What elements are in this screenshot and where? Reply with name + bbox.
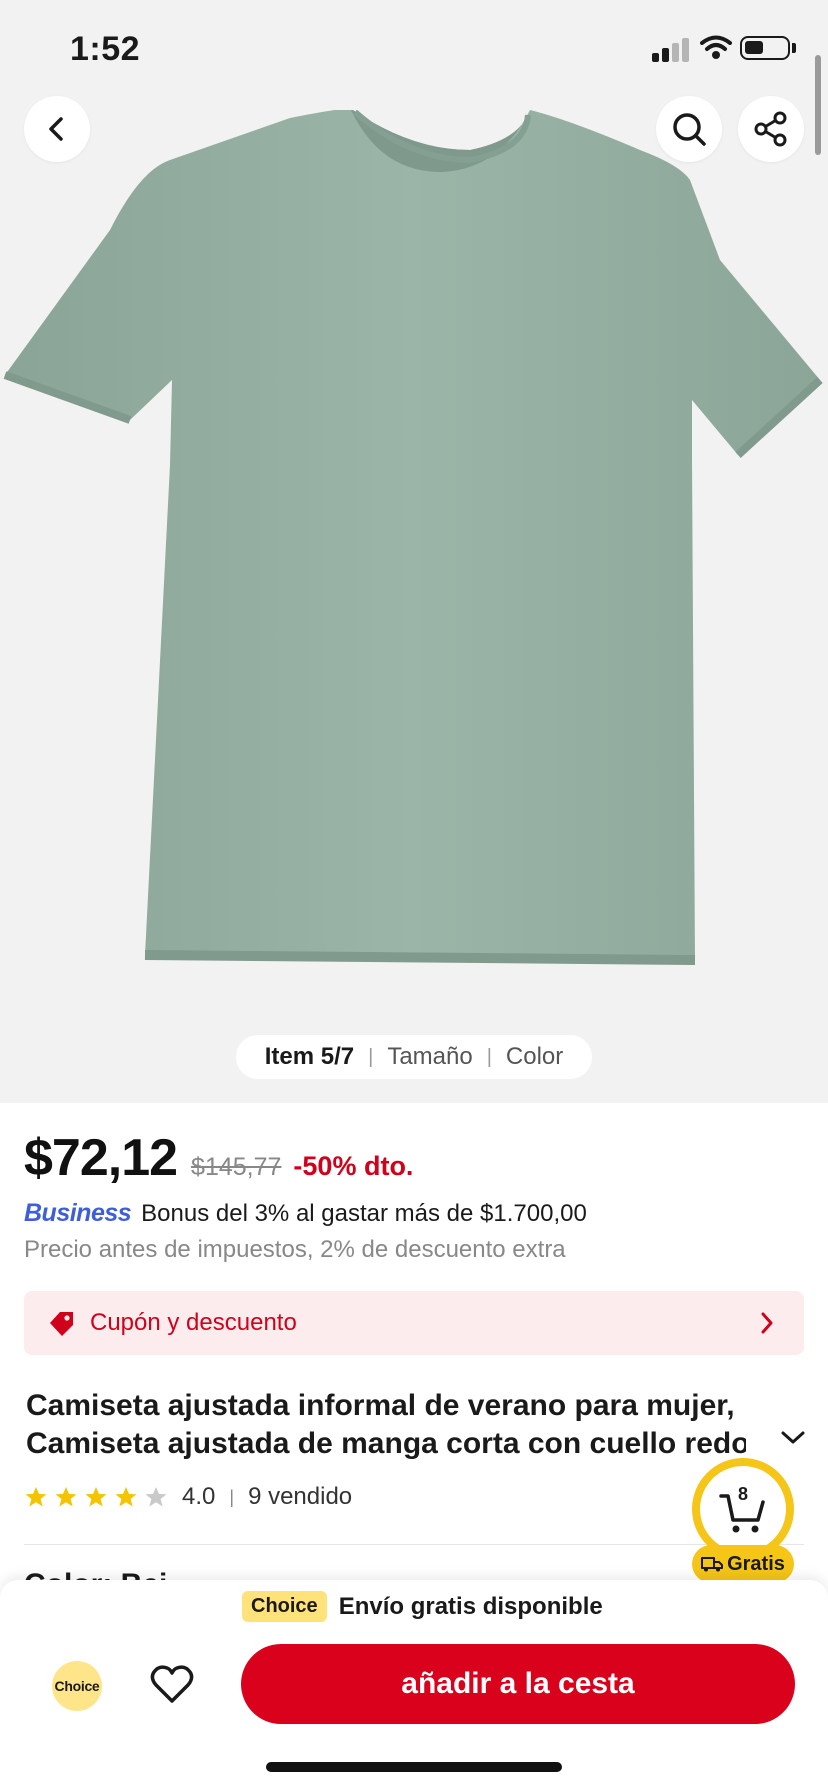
product-title-line1: Camiseta ajustada informal de verano par… — [26, 1389, 735, 1422]
product-image[interactable] — [0, 110, 828, 990]
status-bar: 1:52 — [0, 0, 828, 96]
battery-icon — [740, 36, 790, 60]
coupon-banner[interactable]: Cupón y descuento — [24, 1291, 804, 1355]
sold-count: 9 vendido — [248, 1483, 353, 1510]
star-empty-icon — [145, 1487, 167, 1507]
heart-icon[interactable] — [150, 1663, 194, 1705]
search-icon — [673, 113, 706, 146]
product-image-gallery[interactable]: 1:52 Item 5/7 | Tamaño | Color — [0, 0, 828, 1103]
add-to-cart-button[interactable]: añadir a la cesta — [241, 1644, 795, 1724]
cart-count: 8 — [737, 1484, 748, 1504]
home-indicator — [266, 1762, 562, 1772]
tab-size[interactable]: Tamaño — [387, 1043, 472, 1071]
wifi-icon — [700, 35, 732, 59]
scroll-indicator — [815, 55, 821, 155]
bottom-action-bar: Choice Envío gratis disponible Choice añ… — [0, 1580, 828, 1792]
business-bonus-text: Bonus del 3% al gastar más de $1.700,00 — [141, 1199, 587, 1227]
product-title-line2: Camiseta ajustada de manga corta con cue… — [26, 1427, 746, 1460]
signal-icon — [652, 36, 692, 62]
battery-tip — [792, 43, 796, 53]
coupon-label: Cupón y descuento — [90, 1309, 297, 1336]
discount-label: -50% dto. — [293, 1151, 414, 1181]
chevron-right-icon — [761, 1312, 773, 1334]
chevron-down-icon[interactable] — [780, 1430, 806, 1446]
star-icon — [25, 1487, 47, 1507]
search-button[interactable] — [656, 96, 722, 162]
share-button[interactable] — [738, 96, 804, 162]
business-bonus[interactable]: Business Bonus del 3% al gastar más de $… — [24, 1199, 587, 1228]
business-logo: Business — [24, 1199, 132, 1227]
star-icon — [55, 1487, 77, 1507]
gallery-tabs: Item 5/7 | Tamaño | Color — [236, 1035, 592, 1079]
free-shipping-label: Gratis — [727, 1552, 785, 1575]
back-button[interactable] — [24, 96, 90, 162]
choice-badge: Choice — [242, 1591, 327, 1622]
choice-circle-label: Choice — [54, 1678, 100, 1694]
truck-icon — [701, 1557, 724, 1572]
tab-separator: | — [368, 1045, 374, 1068]
cart-inner: 8 — [700, 1466, 786, 1552]
current-price: $72,12 — [24, 1129, 178, 1187]
rating-row[interactable]: 4.0 | 9 vendido — [24, 1483, 352, 1511]
choice-store-button[interactable]: Choice — [52, 1661, 102, 1711]
price-row: $72,12 $145,77 -50% dto. — [24, 1128, 413, 1188]
tab-color[interactable]: Color — [506, 1043, 563, 1071]
status-time: 1:52 — [70, 30, 141, 68]
shipping-info: Choice Envío gratis disponible — [242, 1591, 603, 1622]
shipping-text: Envío gratis disponible — [338, 1592, 603, 1620]
tab-item-count[interactable]: Item 5/7 — [265, 1043, 354, 1071]
rating-separator: | — [229, 1486, 235, 1507]
tax-note: Precio antes de impuestos, 2% de descuen… — [24, 1236, 566, 1263]
share-icon — [754, 111, 787, 147]
back-icon — [49, 117, 63, 141]
divider — [24, 1544, 804, 1545]
free-shipping-badge: Gratis — [692, 1545, 794, 1583]
star-icon — [85, 1487, 107, 1507]
star-icon — [115, 1487, 137, 1507]
star-rating — [24, 1485, 168, 1509]
coupon-tag-icon — [50, 1312, 73, 1336]
original-price: $145,77 — [191, 1153, 282, 1181]
product-title[interactable]: Camiseta ajustada informal de verano par… — [26, 1387, 746, 1463]
rating-value: 4.0 — [182, 1483, 216, 1510]
tab-separator: | — [486, 1045, 492, 1068]
